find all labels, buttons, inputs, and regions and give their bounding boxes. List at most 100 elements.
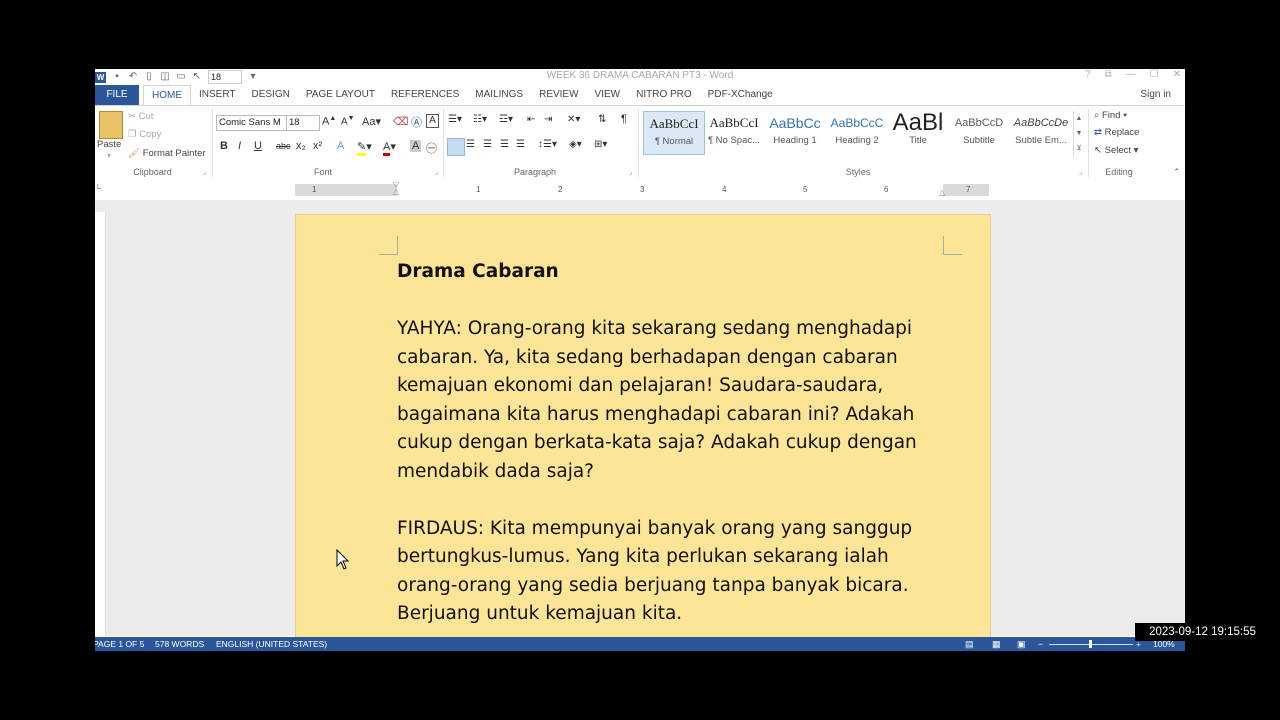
character-shading-icon[interactable]: A: [410, 140, 422, 152]
tab-pdf-xchange[interactable]: PDF-XChange: [700, 85, 781, 105]
style-normal[interactable]: AaBbCcI ¶ Normal: [643, 111, 705, 155]
zoom-out-icon[interactable]: −: [1038, 637, 1043, 651]
clear-formatting-icon[interactable]: ⌫: [393, 115, 409, 128]
tab-selector-icon[interactable]: └: [95, 184, 105, 196]
font-name-select[interactable]: Comic Sans M: [216, 115, 288, 131]
paste-dropdown-icon[interactable]: ▾: [107, 151, 111, 160]
format-painter-button[interactable]: 🖌 Format Painter: [128, 148, 206, 159]
align-right-icon[interactable]: ☰: [483, 139, 492, 150]
print-preview-icon[interactable]: ◫: [160, 72, 170, 82]
close-icon[interactable]: ✕: [1173, 69, 1181, 80]
right-indent-marker-icon[interactable]: △: [939, 188, 945, 197]
customize-qat-icon[interactable]: ▾: [248, 72, 258, 82]
undo-icon[interactable]: ↶: [128, 72, 138, 82]
tab-page-layout[interactable]: PAGE LAYOUT: [298, 85, 383, 105]
web-layout-icon[interactable]: ▣: [1017, 637, 1026, 651]
qat-font-size[interactable]: 18: [208, 70, 242, 84]
tab-mailings[interactable]: MAILINGS: [467, 85, 531, 105]
shrink-font-icon[interactable]: A▼: [341, 115, 355, 127]
text-effects-icon[interactable]: Ⓐ: [411, 114, 422, 130]
justify-icon[interactable]: ☰: [500, 139, 509, 150]
character-border-icon[interactable]: A: [426, 114, 439, 128]
more-styles-icon[interactable]: ⊻: [1074, 141, 1084, 156]
find-button[interactable]: ⌕ Find ▾: [1094, 110, 1127, 121]
highlight-icon[interactable]: ✎▾: [357, 140, 372, 156]
tab-references[interactable]: REFERENCES: [383, 85, 467, 105]
superscript-button[interactable]: x²: [313, 140, 322, 152]
align-left-icon[interactable]: [447, 138, 465, 156]
minimize-icon[interactable]: —: [1126, 69, 1136, 80]
collapse-ribbon-icon[interactable]: ⌃: [1173, 167, 1181, 178]
replace-button[interactable]: ⇄ Replace: [1094, 127, 1139, 138]
line-spacing-icon[interactable]: ↕☰▾: [538, 139, 557, 150]
asian-layout-icon[interactable]: ✕▾: [567, 114, 580, 125]
styles-scroll[interactable]: ▲ ▼ ⊻: [1073, 111, 1084, 157]
align-center-icon[interactable]: ☰: [466, 139, 475, 150]
style-heading-1[interactable]: AaBbCc Heading 1: [765, 111, 825, 153]
cut-button[interactable]: ✂ Cut: [128, 111, 153, 122]
save-icon[interactable]: ▪: [112, 72, 122, 82]
ribbon-display-icon[interactable]: ⧉: [1105, 69, 1112, 80]
style-subtle-emphasis[interactable]: AaBbCcDe Subtle Em...: [1011, 111, 1071, 153]
page-count-status[interactable]: PAGE 1 OF 5: [95, 637, 144, 651]
subscript-button[interactable]: x₂: [296, 140, 306, 152]
style-no-spacing[interactable]: AaBbCcI ¶ No Spac...: [704, 111, 764, 153]
multilevel-list-icon[interactable]: ☲▾: [499, 114, 513, 125]
style-title[interactable]: AaBl Title: [888, 111, 948, 153]
word-count-status[interactable]: 578 WORDS: [155, 637, 204, 651]
style-heading-2[interactable]: AaBbCcC Heading 2: [827, 111, 887, 153]
distributed-icon[interactable]: ☰: [516, 139, 525, 150]
strikethrough-button[interactable]: abc: [276, 141, 291, 151]
font-size-select[interactable]: 18: [286, 115, 320, 131]
language-status[interactable]: ENGLISH (UNITED STATES): [216, 637, 327, 651]
paragraph-launcher-icon[interactable]: ⌟: [629, 168, 632, 176]
new-document-icon[interactable]: ▯: [144, 72, 154, 82]
paste-button[interactable]: Paste: [97, 139, 121, 150]
tab-design[interactable]: DESIGN: [244, 85, 298, 105]
tab-nitro-pro[interactable]: NITRO PRO: [628, 85, 700, 105]
document-body[interactable]: Drama Cabaran YAHYA: Orang-orang kita se…: [397, 258, 937, 651]
clipboard-launcher-icon[interactable]: ⌟: [203, 168, 206, 176]
tab-home[interactable]: HOME: [143, 85, 191, 105]
sort-icon[interactable]: ⇅: [598, 114, 606, 125]
increase-indent-icon[interactable]: ⇥: [544, 114, 552, 125]
borders-icon[interactable]: ⊞▾: [594, 139, 607, 150]
indent-marker-icon[interactable]: ▽ △: [393, 181, 399, 196]
enclose-characters-icon[interactable]: ㊀: [426, 140, 437, 156]
underline-button[interactable]: U: [254, 140, 262, 152]
vertical-ruler[interactable]: [95, 212, 106, 636]
numbering-icon[interactable]: ☷▾: [473, 114, 487, 125]
text-effect-glow-icon[interactable]: A: [337, 140, 344, 152]
sign-in-link[interactable]: Sign in: [1140, 85, 1171, 105]
tab-view[interactable]: VIEW: [587, 85, 629, 105]
font-color-icon[interactable]: A▾: [383, 140, 396, 156]
decrease-indent-icon[interactable]: ⇤: [527, 114, 535, 125]
tab-review[interactable]: REVIEW: [531, 85, 586, 105]
help-icon[interactable]: ?: [1085, 69, 1091, 80]
maximize-icon[interactable]: ☐: [1150, 69, 1159, 80]
show-formatting-icon[interactable]: ¶: [621, 113, 627, 125]
print-icon[interactable]: ▭: [176, 72, 186, 82]
bold-button[interactable]: B: [220, 140, 228, 152]
tab-file[interactable]: FILE: [95, 85, 139, 105]
scroll-up-icon[interactable]: ▲: [1074, 111, 1084, 126]
copy-button[interactable]: ❐ Copy: [128, 129, 161, 140]
select-pointer-icon[interactable]: ↖: [192, 72, 202, 82]
ruler-left-margin: [295, 184, 397, 196]
group-separator: [1088, 109, 1089, 177]
read-mode-icon[interactable]: ▤: [965, 637, 974, 651]
grow-font-icon[interactable]: A▲: [322, 115, 336, 128]
print-layout-icon[interactable]: ▦: [992, 637, 1001, 651]
style-subtitle[interactable]: AaBbCcD Subtitle: [949, 111, 1009, 153]
change-case-icon[interactable]: Aa▾: [362, 115, 381, 128]
shading-icon[interactable]: ◈▾: [569, 139, 582, 150]
tab-insert[interactable]: INSERT: [191, 85, 244, 105]
styles-launcher-icon[interactable]: ⌟: [1079, 168, 1082, 176]
select-button[interactable]: ↖ Select ▾: [1094, 145, 1138, 156]
bullets-icon[interactable]: ☰▾: [448, 114, 462, 125]
zoom-slider-thumb[interactable]: [1089, 640, 1092, 648]
italic-button[interactable]: I: [238, 140, 241, 152]
scroll-down-icon[interactable]: ▼: [1074, 126, 1084, 141]
paste-icon[interactable]: [99, 111, 123, 139]
font-launcher-icon[interactable]: ⌟: [435, 168, 438, 176]
